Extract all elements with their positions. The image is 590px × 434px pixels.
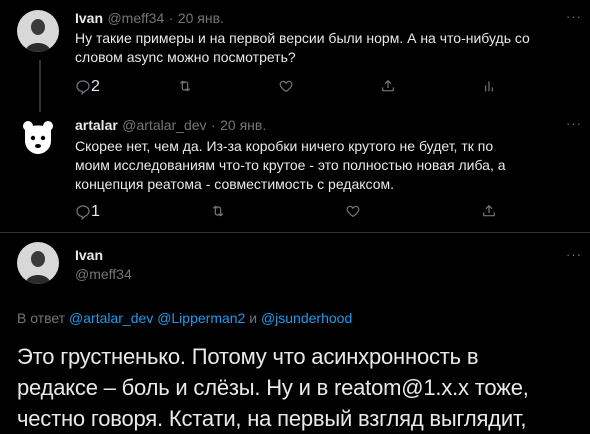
reply-button[interactable]: 2	[75, 78, 100, 96]
avatar[interactable]	[17, 10, 59, 52]
tweet-text-line: Это грустненько. Потому что асинхронност…	[17, 344, 479, 369]
tweet-text-line: честно говоря. Кстати, на первый взгляд …	[17, 406, 527, 431]
thread-connector	[39, 60, 41, 112]
like-icon	[346, 205, 360, 218]
share-icon	[483, 204, 495, 217]
retweet-button[interactable]	[210, 203, 226, 219]
reply-to-line: В ответ @artalar_dev @Lipperman2 и @jsun…	[17, 310, 352, 326]
reply-icon	[76, 205, 90, 220]
share-button[interactable]	[481, 203, 497, 219]
like-icon	[279, 80, 293, 93]
reply-icon	[76, 80, 90, 95]
conjunction: и	[249, 310, 258, 326]
mention-link[interactable]: @artalar_dev	[69, 310, 153, 326]
more-options-button[interactable]: ···	[566, 9, 582, 24]
author-handle[interactable]: @meff34	[107, 10, 164, 26]
author-handle[interactable]: @meff34	[75, 266, 132, 282]
tweet-text-line: редаксе – боль и слёзы. Ну и в reatom@1.…	[17, 375, 529, 400]
mention-link[interactable]: @jsunderhood	[261, 310, 352, 326]
avatar[interactable]	[17, 242, 59, 284]
analytics-icon	[485, 81, 493, 92]
tweet-date[interactable]: 20 янв.	[220, 117, 266, 133]
author-handle[interactable]: @artalar_dev	[122, 117, 206, 133]
reply-count: 2	[91, 78, 100, 95]
like-button[interactable]	[278, 78, 294, 94]
separator: ·	[210, 117, 216, 133]
tweet-text-line: моим исследованиям что-то крутое - это п…	[75, 157, 506, 173]
author-name[interactable]: Ivan	[75, 247, 132, 263]
tweet-text-line: Ну такие примеры и на первой версии были…	[75, 30, 530, 46]
retweet-icon	[212, 205, 224, 217]
separator: ·	[168, 10, 174, 26]
retweet-icon	[179, 80, 191, 92]
tweet-text-line: Скорее нет, чем да. Из-за коробки ничего…	[75, 138, 494, 154]
author-name[interactable]: Ivan	[75, 10, 103, 26]
retweet-button[interactable]	[177, 78, 193, 94]
analytics-button[interactable]	[481, 78, 497, 94]
avatar[interactable]	[17, 116, 59, 158]
reply-button[interactable]: 1	[75, 203, 100, 221]
more-options-button[interactable]: ···	[566, 247, 582, 262]
like-button[interactable]	[345, 203, 361, 219]
tweet-text-line: концепция реатома - совместимость с реда…	[75, 176, 395, 192]
reply-count: 1	[91, 203, 100, 220]
tweet-date[interactable]: 20 янв.	[178, 10, 224, 26]
author-name[interactable]: artalar	[75, 117, 118, 133]
tweet-text-line: словом async можно посмотреть?	[75, 49, 296, 65]
reply-prefix: В ответ	[17, 310, 66, 326]
divider	[0, 232, 590, 233]
mention-link[interactable]: @Lipperman2	[157, 310, 245, 326]
more-options-button[interactable]: ···	[566, 116, 582, 131]
share-icon	[382, 79, 394, 92]
share-button[interactable]	[380, 78, 396, 94]
